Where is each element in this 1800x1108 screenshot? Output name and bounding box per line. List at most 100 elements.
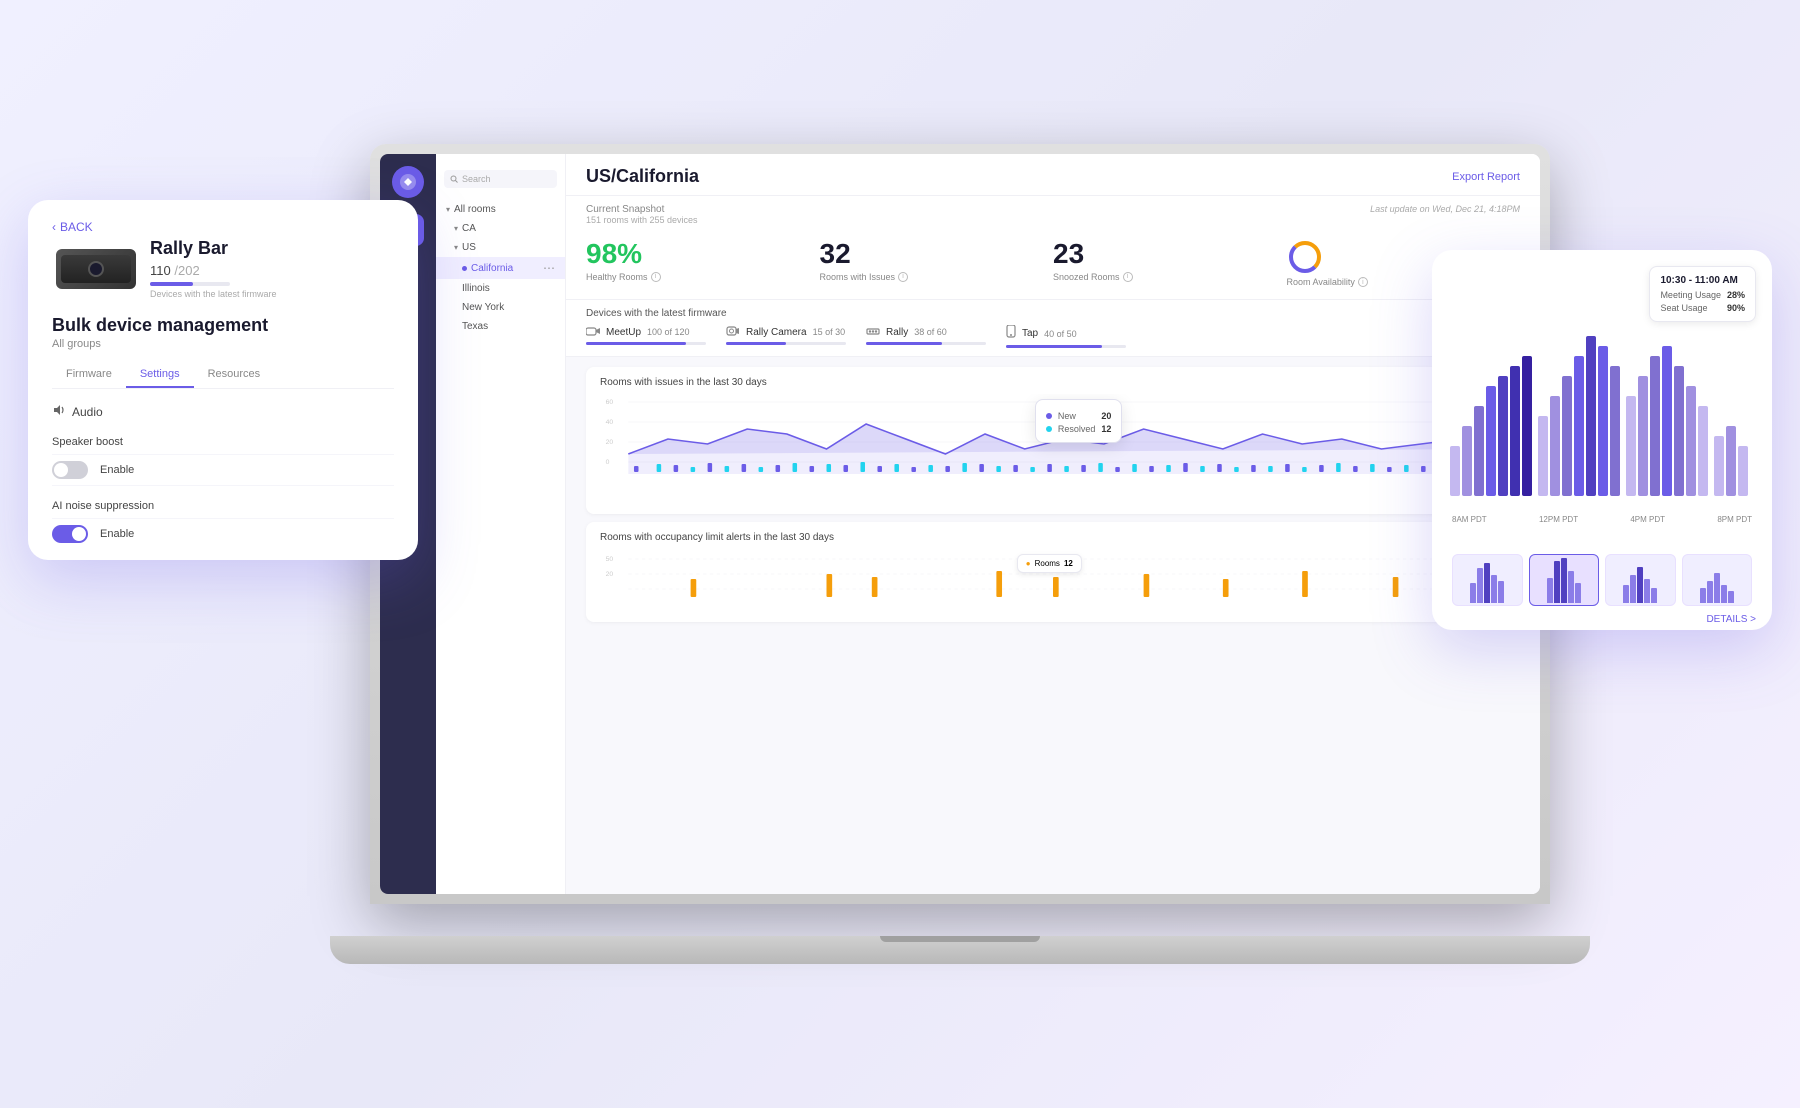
settings-section: Audio Speaker boost Enable AI noise supp…: [52, 403, 394, 549]
chart-occupancy-area: 50 20: [600, 549, 1506, 609]
app-logo[interactable]: [392, 166, 424, 198]
tab-settings[interactable]: Settings: [126, 362, 194, 388]
setting-header: Audio: [52, 403, 394, 420]
thumbnail-3[interactable]: [1605, 554, 1676, 606]
chart-issues-title: Rooms with issues in the last 30 days: [600, 377, 1506, 388]
nav-item-us[interactable]: ▾ US: [436, 238, 565, 257]
nav-label: California: [471, 263, 513, 274]
fw-device-name: Rally: [886, 327, 908, 338]
time-labels: 8AM PDT 12PM PDT 4PM PDT 8PM PDT: [1448, 515, 1756, 524]
thumb-bar: [1554, 561, 1560, 603]
snapshot-label: Current Snapshot: [586, 204, 698, 215]
main-content: US/California Export Report Current Snap…: [566, 154, 1540, 894]
thumbnail-1[interactable]: [1452, 554, 1523, 606]
stat-rooms-with-issues: 32 Rooms with Issues i: [820, 239, 1054, 287]
nav-label: New York: [462, 302, 504, 313]
svg-text:40: 40: [606, 419, 614, 426]
search-placeholder: Search: [462, 174, 491, 184]
fw-count: 38 of 60: [914, 327, 947, 337]
nav-item-new-york[interactable]: New York: [436, 298, 565, 317]
thumb-bar: [1721, 585, 1727, 603]
heatmap-time: 10:30 - 11:00 AM: [1660, 275, 1745, 286]
nav-item-all-rooms[interactable]: ▾ All rooms: [436, 200, 565, 219]
tab-resources[interactable]: Resources: [194, 362, 275, 388]
back-link[interactable]: ‹ BACK: [52, 220, 394, 234]
thumb-bar: [1575, 583, 1581, 603]
rally-camera-icon: [726, 325, 740, 339]
setting-row-speaker-boost: Speaker boost: [52, 430, 394, 455]
thumb-bar: [1561, 558, 1567, 603]
rally-icon: [866, 325, 880, 339]
last-update: Last update on Wed, Dec 21, 4:18PM: [1370, 204, 1520, 214]
tooltip-resolved-label: Resolved: [1058, 424, 1096, 434]
chart-occupancy: Rooms with occupancy limit alerts in the…: [586, 522, 1520, 622]
thumbnail-row: [1448, 554, 1756, 606]
laptop-container: Search ▾ All rooms ▾ CA ▾ US Califor: [370, 144, 1550, 964]
firmware-items: MeetUp 100 of 120 Rally Camera: [586, 325, 1520, 348]
laptop-base: [330, 936, 1590, 964]
meeting-usage-label: Meeting Usage: [1660, 290, 1721, 300]
fw-count: 100 of 120: [647, 327, 690, 337]
stat-healthy-rooms: 98% Healthy Rooms i: [586, 239, 820, 287]
toggle-label-on: Enable: [100, 528, 134, 540]
thumb-bar: [1707, 581, 1713, 603]
thumb-bar: [1491, 575, 1497, 603]
seat-usage-val: 90%: [1727, 303, 1745, 313]
bulk-device-card: ‹ BACK Rally Bar 110 /202 Devices with t…: [28, 200, 418, 560]
device-tabs: Firmware Settings Resources: [52, 362, 394, 389]
thumb-bar: [1728, 591, 1734, 603]
heatmap-card: 10:30 - 11:00 AM Meeting Usage 28% Seat …: [1432, 250, 1772, 630]
stat-snoozed-rooms: 23 Snoozed Rooms i: [1053, 239, 1287, 287]
tab-firmware[interactable]: Firmware: [52, 362, 126, 388]
laptop-screen: Search ▾ All rooms ▾ CA ▾ US Califor: [380, 154, 1540, 894]
snapshot-bar: Current Snapshot 151 rooms with 255 devi…: [566, 196, 1540, 231]
setting-toggle-on-row: Enable: [52, 519, 394, 549]
fw-device-name: Tap: [1022, 328, 1038, 339]
device-image: [56, 249, 136, 289]
laptop-body: Search ▾ All rooms ▾ CA ▾ US Califor: [370, 144, 1550, 904]
time-label-12pm: 12PM PDT: [1539, 515, 1578, 524]
fw-count: 15 of 30: [813, 327, 846, 337]
card-title: Bulk device management: [52, 315, 394, 336]
fw-device-name: Rally Camera: [746, 327, 807, 338]
device-count: 110 /202: [150, 263, 277, 278]
export-link[interactable]: Export Report: [1452, 171, 1520, 183]
device-card: Rally Bar 110 /202 Devices with the late…: [52, 238, 394, 299]
tap-icon: [1006, 325, 1016, 342]
thumbnail-4[interactable]: [1682, 554, 1753, 606]
stats-row: 98% Healthy Rooms i 32 Rooms with Issues…: [566, 231, 1540, 300]
thumb-bar: [1623, 585, 1629, 603]
time-label-8am: 8AM PDT: [1452, 515, 1487, 524]
audio-icon: [52, 403, 66, 420]
tooltip-new-val: 20: [1101, 411, 1111, 421]
details-link[interactable]: DETAILS >: [1448, 614, 1756, 625]
thumb-bar: [1470, 583, 1476, 603]
stat-value: 32: [820, 239, 1038, 270]
stat-label: Snoozed Rooms i: [1053, 272, 1271, 282]
heatmap-tooltip: 10:30 - 11:00 AM Meeting Usage 28% Seat …: [1649, 266, 1756, 322]
thumbnail-2[interactable]: [1529, 554, 1600, 606]
charts-area: Rooms with issues in the last 30 days 60…: [566, 357, 1540, 894]
search-input[interactable]: Search: [444, 170, 557, 188]
fw-item-rally-camera: Rally Camera 15 of 30: [726, 325, 846, 348]
firmware-title: Devices with the latest firmware: [586, 308, 1520, 319]
occupancy-tooltip: ● Rooms 12: [1017, 554, 1082, 573]
fw-item-rally: Rally 38 of 60: [866, 325, 986, 348]
fw-item-meetup: MeetUp 100 of 120: [586, 325, 706, 348]
nav-item-illinois[interactable]: Illinois: [436, 279, 565, 298]
nav-item-california[interactable]: California ⋯: [436, 257, 565, 279]
nav-item-ca[interactable]: ▾ CA: [436, 219, 565, 238]
toggle-label-off: Enable: [100, 464, 134, 476]
toggle-ai-noise[interactable]: [52, 525, 88, 543]
thumb-bar: [1700, 588, 1706, 603]
chart-issues: Rooms with issues in the last 30 days 60…: [586, 367, 1520, 514]
stat-value: 98%: [586, 239, 804, 270]
chart-issues-area: 60 40 20 0: [600, 394, 1506, 504]
info-icon: i: [898, 272, 908, 282]
svg-text:60: 60: [606, 399, 614, 406]
nav-item-texas[interactable]: Texas: [436, 317, 565, 336]
context-menu-icon[interactable]: ⋯: [543, 261, 555, 275]
info-icon: i: [651, 272, 661, 282]
device-info: Rally Bar 110 /202 Devices with the late…: [150, 238, 277, 299]
toggle-speaker-boost[interactable]: [52, 461, 88, 479]
